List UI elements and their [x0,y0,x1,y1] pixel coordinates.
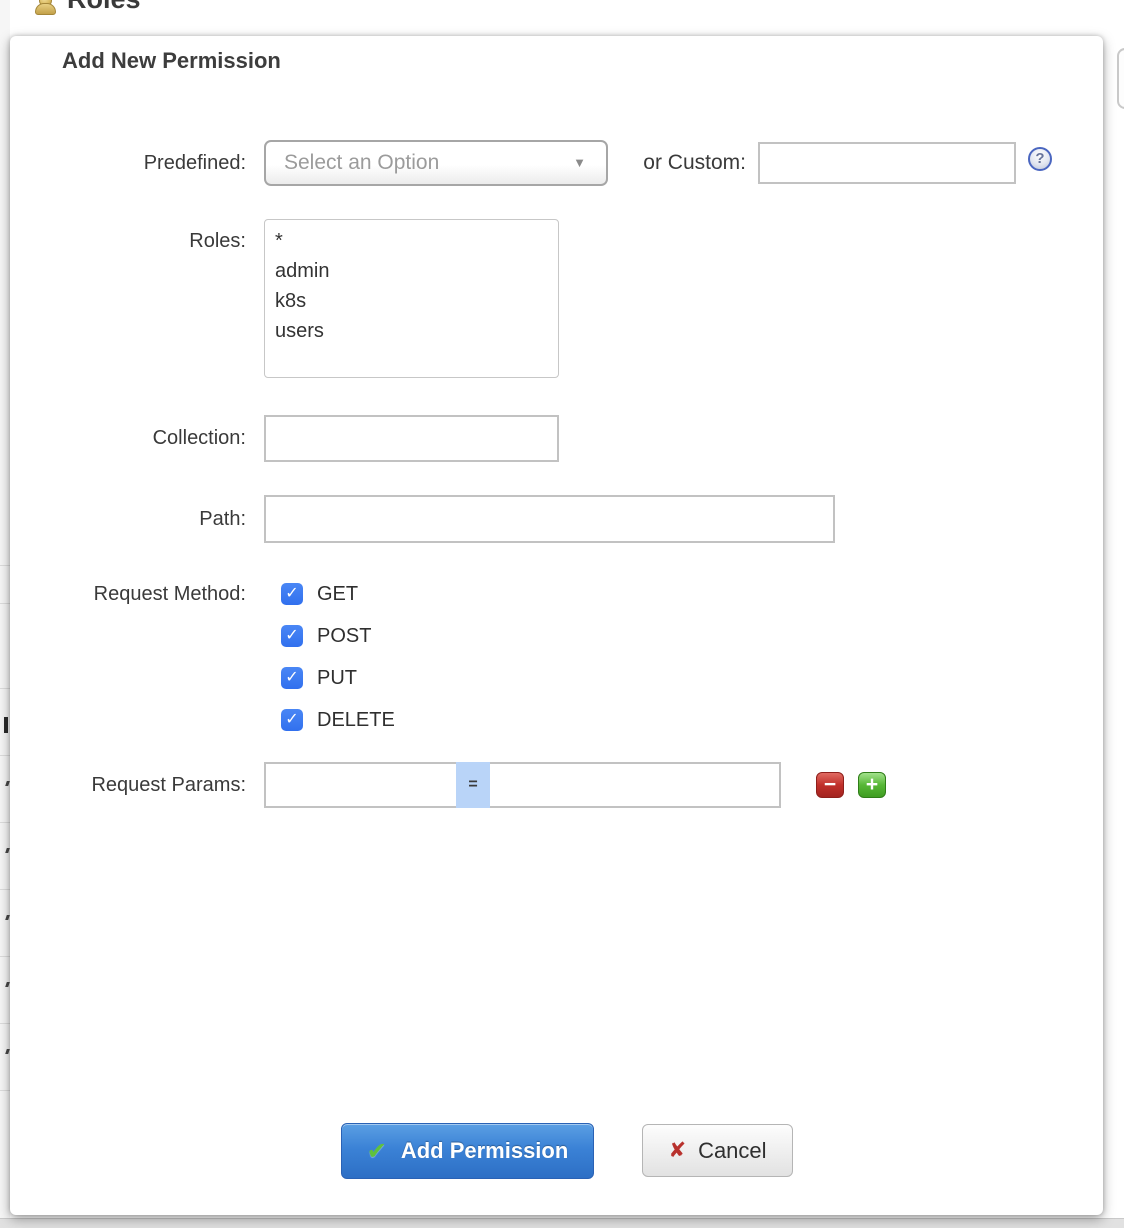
predefined-label: Predefined: [10,140,252,186]
help-icon[interactable]: ? [1028,147,1052,171]
roles-row: Roles: * admin k8s users [10,219,1103,378]
request-method-row: Request Method: ✓ GET ✓ POST ✓ PUT ✓ DEL… [10,582,1103,768]
method-delete-option[interactable]: ✓ DELETE [281,708,395,732]
dialog-actions: ✔ Add Permission ✘ Cancel [10,1123,1103,1179]
add-param-button[interactable]: + [858,772,886,798]
roles-listbox[interactable]: * admin k8s users [264,219,559,378]
collection-row: Collection: [10,415,1103,462]
checkbox-checked-icon[interactable]: ✓ [281,625,303,647]
collection-input[interactable] [264,415,559,462]
add-permission-dialog: Add New Permission Predefined: Select an… [10,36,1103,1215]
checkbox-checked-icon[interactable]: ✓ [281,583,303,605]
request-params-label: Request Params: [10,762,252,808]
screen: Roles Add New Permission Predefined: Sel… [0,0,1124,1228]
roles-option[interactable]: * [275,226,548,256]
method-get-label: GET [317,583,358,606]
request-params-row: Request Params: = − + [10,762,1103,808]
cancel-button-label: Cancel [698,1138,766,1164]
background-text-fragment [4,717,8,733]
method-get-option[interactable]: ✓ GET [281,582,395,606]
path-row: Path: [10,495,1103,543]
checkbox-checked-icon[interactable]: ✓ [281,667,303,689]
predefined-row: Predefined: Select an Option ▼ or Custom… [10,140,1103,186]
equals-separator: = [456,762,490,808]
background-partial-button [1117,48,1124,109]
collection-label: Collection: [10,415,252,462]
or-custom-label: or Custom: [618,140,746,186]
background-page-title: Roles [67,0,141,15]
add-permission-button-label: Add Permission [401,1138,568,1164]
predefined-selected-value: Select an Option [284,142,439,184]
roles-group-icon [35,0,55,12]
roles-option[interactable]: k8s [275,286,548,316]
chevron-down-icon: ▼ [573,142,586,184]
predefined-select[interactable]: Select an Option ▼ [264,140,608,186]
background-footer-strip [0,1218,1124,1228]
param-value-input[interactable] [490,762,781,808]
roles-label: Roles: [10,219,252,253]
method-put-option[interactable]: ✓ PUT [281,666,395,690]
roles-option[interactable]: users [275,316,548,346]
request-method-options: ✓ GET ✓ POST ✓ PUT ✓ DELETE [281,582,395,750]
dialog-title: Add New Permission [62,48,281,74]
request-method-label: Request Method: [10,582,252,606]
method-delete-label: DELETE [317,709,395,732]
add-permission-button[interactable]: ✔ Add Permission [341,1123,594,1179]
remove-param-button[interactable]: − [816,772,844,798]
roles-option[interactable]: admin [275,256,548,286]
close-x-icon: ✘ [668,1138,686,1163]
path-input[interactable] [264,495,835,543]
custom-permission-input[interactable] [758,142,1016,184]
method-post-option[interactable]: ✓ POST [281,624,395,648]
method-put-label: PUT [317,667,357,690]
checkbox-checked-icon[interactable]: ✓ [281,709,303,731]
param-key-input[interactable] [264,762,456,808]
background-table-strip [0,0,10,1228]
method-post-label: POST [317,625,371,648]
check-icon: ✔ [367,1137,387,1166]
cancel-button[interactable]: ✘ Cancel [642,1124,793,1177]
path-label: Path: [10,495,252,543]
